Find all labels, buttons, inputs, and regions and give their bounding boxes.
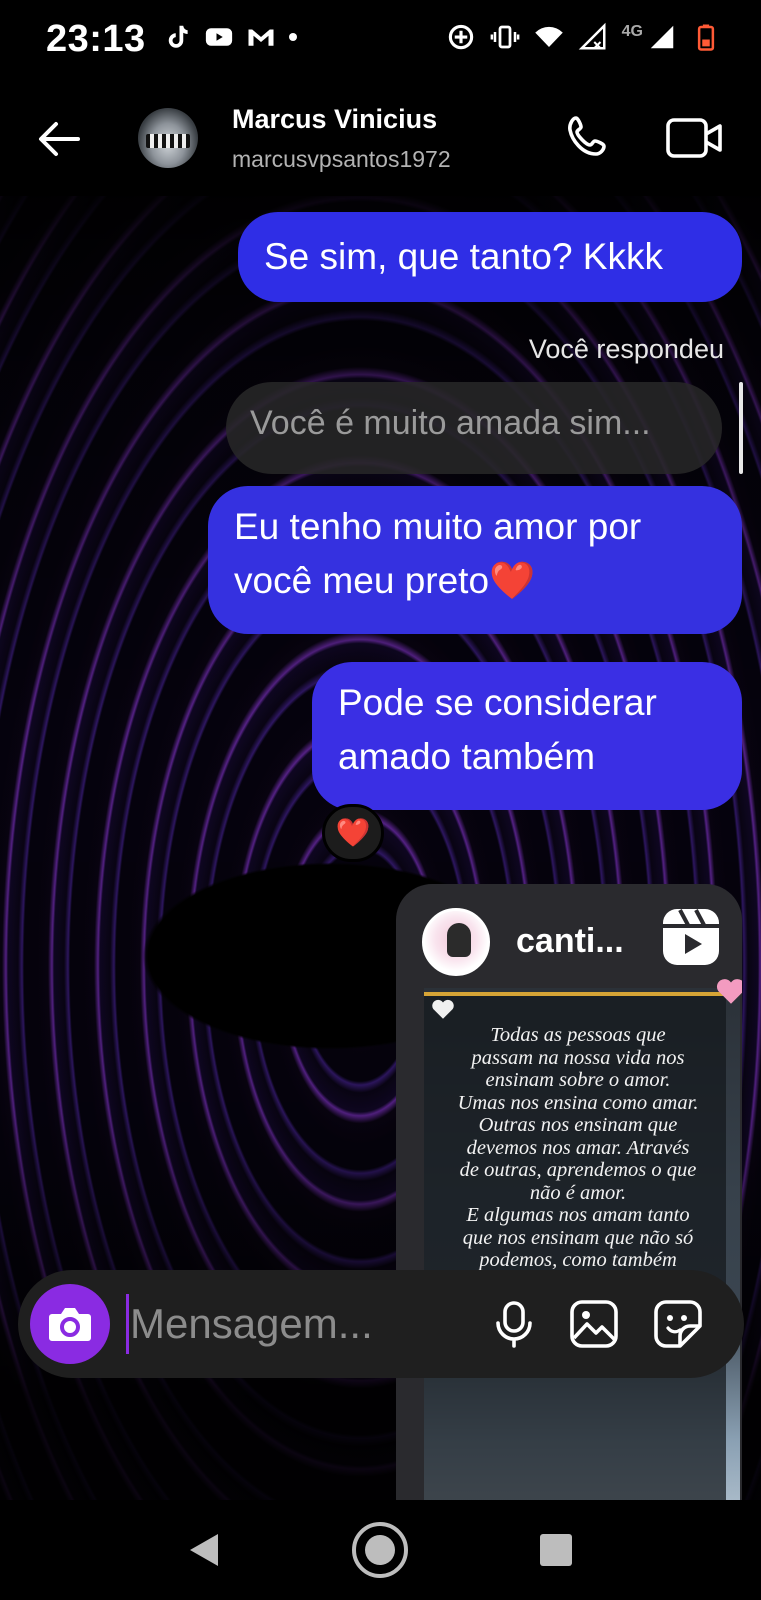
- status-time: 23:13: [46, 18, 146, 60]
- reel-author-username[interactable]: canti...: [516, 922, 624, 961]
- nav-recents-icon[interactable]: [540, 1534, 572, 1566]
- quoted-message[interactable]: Você é muito amada sim...: [226, 382, 722, 474]
- contact-username[interactable]: marcusvpsantos1972: [232, 146, 451, 173]
- system-navigation-bar: [0, 1500, 761, 1600]
- data-saver-icon: [448, 24, 473, 50]
- youtube-icon: [205, 28, 233, 46]
- status-bar: 23:13 4G: [0, 0, 761, 80]
- notification-icons: [162, 22, 298, 52]
- microphone-icon[interactable]: [488, 1298, 540, 1350]
- video-camera-icon[interactable]: [664, 110, 726, 166]
- nav-home-icon[interactable]: [350, 1520, 410, 1580]
- message-input[interactable]: [130, 1290, 460, 1358]
- heart-icon: [432, 999, 454, 1019]
- reply-indicator-bar: [739, 382, 743, 474]
- message-reaction[interactable]: ❤️: [322, 804, 384, 862]
- text-cursor: [126, 1294, 129, 1354]
- reels-icon: [663, 909, 719, 965]
- wifi-icon: [534, 26, 563, 47]
- back-arrow-icon[interactable]: [34, 114, 84, 164]
- vibrate-icon: [490, 25, 520, 49]
- sticker-icon[interactable]: [652, 1298, 704, 1350]
- message-composer: [18, 1270, 744, 1378]
- signal-icon: [650, 25, 674, 49]
- dot-icon: [289, 33, 297, 41]
- reel-thumbnail[interactable]: Todas as pessoas que passam na nossa vid…: [424, 979, 742, 1500]
- network-type-label: 4G: [621, 23, 643, 40]
- nav-back-icon[interactable]: [186, 1530, 222, 1570]
- battery-low-icon: [697, 24, 715, 51]
- reply-label: Você respondeu: [528, 334, 724, 364]
- camera-button[interactable]: [30, 1284, 110, 1364]
- reel-author-avatar[interactable]: [422, 908, 490, 976]
- camera-icon: [49, 1308, 91, 1341]
- heart-reaction-icon: ❤️: [335, 817, 371, 848]
- phone-icon[interactable]: [560, 110, 616, 166]
- outgoing-message[interactable]: Eu tenho muito amor por você meu preto❤️: [208, 486, 742, 634]
- contact-avatar[interactable]: [138, 108, 198, 168]
- heart-icon: [716, 979, 742, 1004]
- gallery-icon[interactable]: [568, 1298, 620, 1350]
- shared-reel-card[interactable]: canti... Todas as pessoas que passam na …: [396, 884, 742, 1500]
- outgoing-message[interactable]: Pode se considerar amado também: [312, 662, 742, 810]
- chat-header: Marcus Vinicius marcusvpsantos1972: [0, 80, 761, 196]
- system-icons: 4G: [446, 22, 721, 52]
- reel-caption-text: Todas as pessoas que passam na nossa vid…: [457, 1024, 699, 1294]
- contact-name[interactable]: Marcus Vinicius: [232, 104, 437, 135]
- gmail-icon: [248, 29, 274, 46]
- outgoing-message[interactable]: Se sim, que tanto? Kkkk: [238, 212, 742, 302]
- signal-icon: [578, 22, 606, 50]
- tiktok-icon: [168, 25, 188, 48]
